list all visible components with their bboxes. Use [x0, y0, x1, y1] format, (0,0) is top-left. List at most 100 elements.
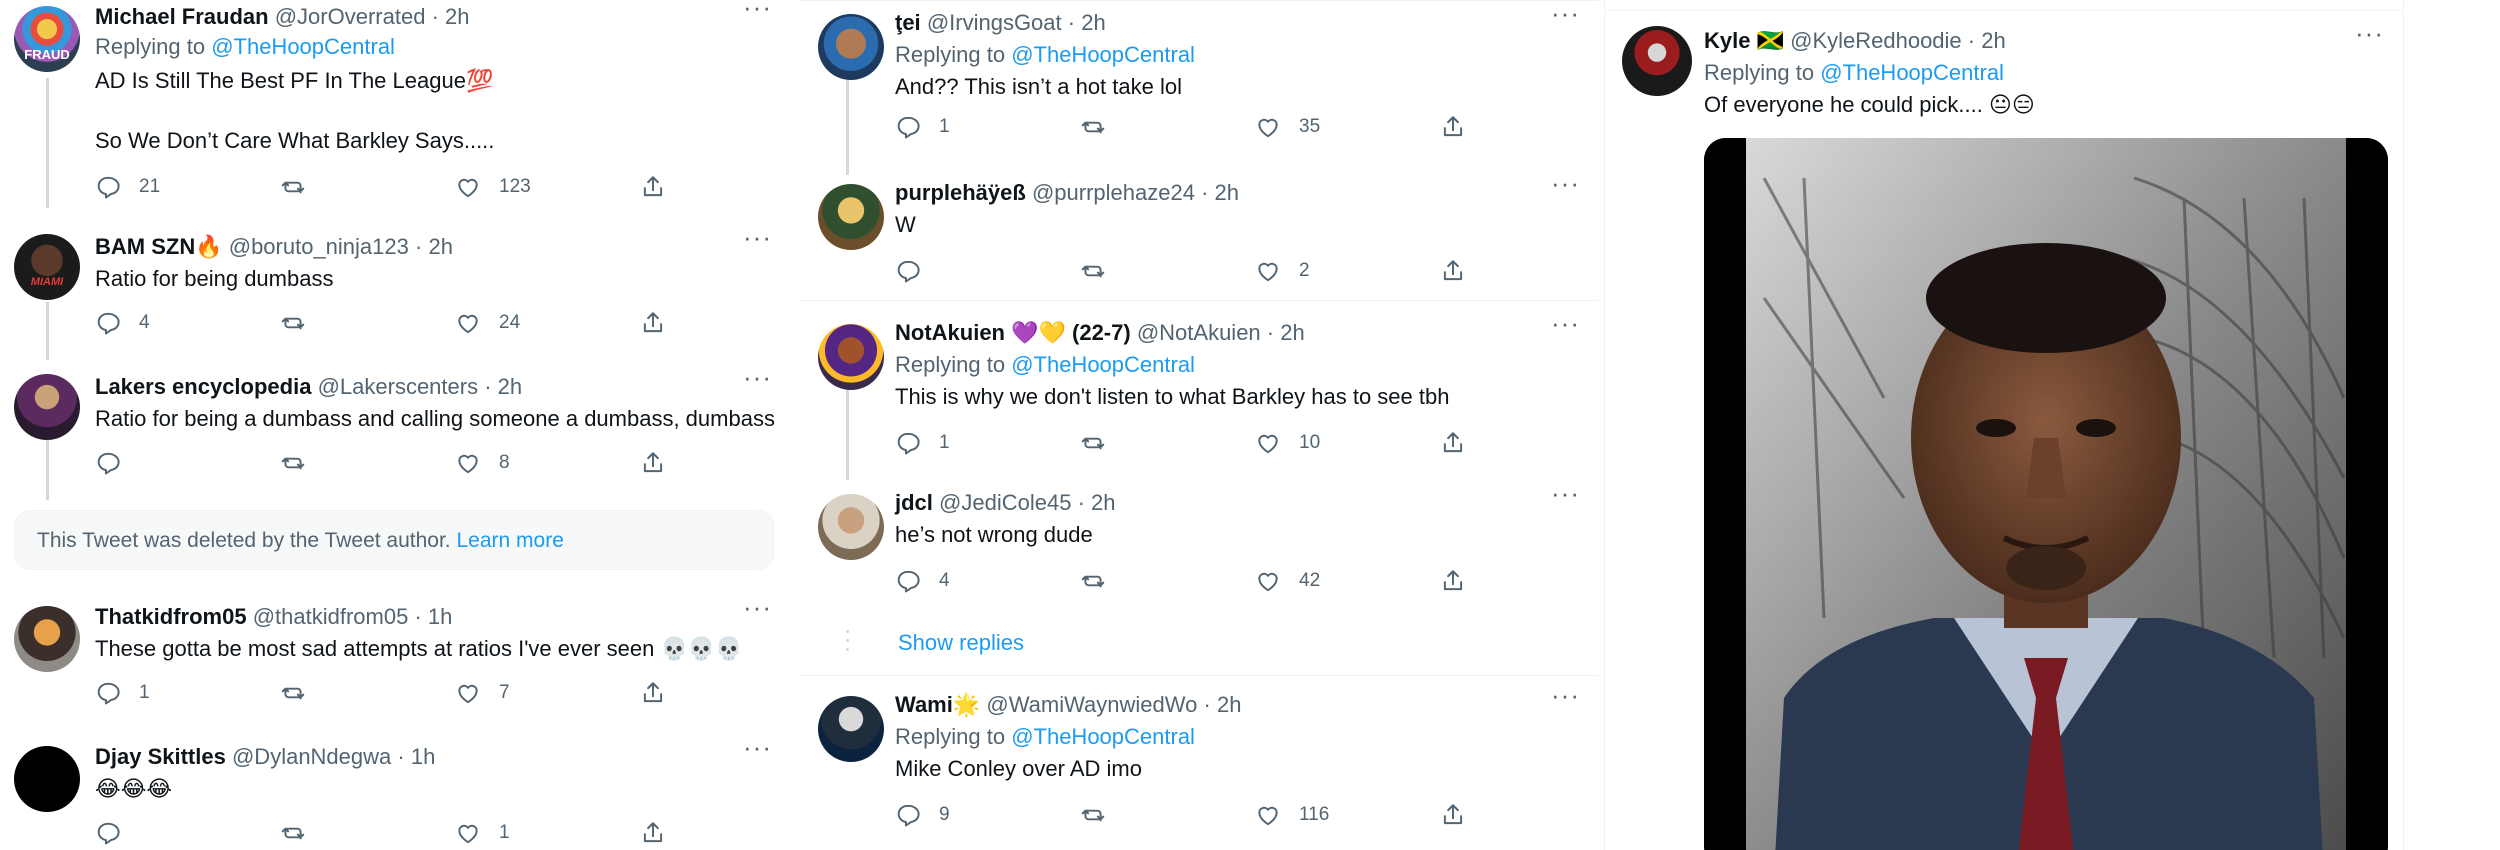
- more-icon[interactable]: ···: [1551, 680, 1580, 711]
- timestamp[interactable]: 2h: [445, 4, 469, 29]
- retweet-button[interactable]: [280, 678, 324, 708]
- handle[interactable]: @JediCole45: [939, 490, 1071, 515]
- share-button[interactable]: [1440, 256, 1484, 286]
- display-name[interactable]: BAM SZN🔥: [95, 234, 223, 259]
- replying-to-link[interactable]: @TheHoopCentral: [211, 34, 395, 59]
- avatar[interactable]: MIAMI: [14, 234, 80, 300]
- avatar[interactable]: [14, 746, 80, 812]
- share-button[interactable]: [640, 448, 684, 478]
- display-name[interactable]: Michael Fraudan: [95, 4, 269, 29]
- retweet-button[interactable]: [280, 172, 324, 202]
- more-icon[interactable]: ···: [743, 362, 772, 393]
- tweet[interactable]: Wami🌟 @WamiWaynwiedWo · 2h ··· Replying …: [800, 680, 1598, 850]
- more-icon[interactable]: ···: [1551, 168, 1580, 199]
- tweet-video[interactable]: [1704, 138, 2388, 850]
- reply-button[interactable]: 1: [895, 428, 950, 458]
- like-button[interactable]: 2: [1255, 256, 1310, 286]
- retweet-button[interactable]: [1080, 256, 1124, 286]
- display-name[interactable]: Lakers encyclopedia: [95, 374, 311, 399]
- tweet[interactable]: ţei @IrvingsGoat · 2h ··· Replying to @T…: [800, 0, 1598, 158]
- display-name[interactable]: Thatkidfrom05: [95, 604, 247, 629]
- replying-to-link[interactable]: @TheHoopCentral: [1011, 352, 1195, 377]
- display-name[interactable]: ţei: [895, 10, 921, 35]
- handle[interactable]: @IrvingsGoat: [927, 10, 1062, 35]
- reply-button[interactable]: 9: [895, 800, 950, 830]
- retweet-button[interactable]: [1080, 428, 1124, 458]
- like-button[interactable]: 35: [1255, 112, 1320, 142]
- more-icon[interactable]: ···: [743, 732, 772, 763]
- more-icon[interactable]: ···: [743, 0, 772, 23]
- more-icon[interactable]: ···: [2355, 18, 2384, 49]
- handle[interactable]: @Lakerscenters: [318, 374, 479, 399]
- timestamp[interactable]: 2h: [1217, 692, 1241, 717]
- retweet-button[interactable]: [1080, 566, 1124, 596]
- tweet[interactable]: jdcl @JediCole45 · 2h ··· he’s not wrong…: [800, 478, 1598, 608]
- display-name[interactable]: purplehäÿeß: [895, 180, 1026, 205]
- timestamp[interactable]: 2h: [1280, 320, 1304, 345]
- timestamp[interactable]: 2h: [1081, 10, 1105, 35]
- share-button[interactable]: [640, 172, 684, 202]
- avatar[interactable]: FRAUD: [14, 6, 80, 72]
- more-icon[interactable]: ···: [1551, 308, 1580, 339]
- show-replies-link[interactable]: Show replies: [898, 630, 1024, 656]
- timestamp[interactable]: 1h: [411, 744, 435, 769]
- tweet[interactable]: NotAkuien 💜💛 (22-7) @NotAkuien · 2h ··· …: [800, 308, 1598, 468]
- share-button[interactable]: [640, 678, 684, 708]
- share-button[interactable]: [1440, 566, 1484, 596]
- retweet-button[interactable]: [1080, 800, 1124, 830]
- avatar[interactable]: [818, 324, 884, 390]
- tweet[interactable]: Djay Skittles @DylanNdegwa · 1h ··· 😂😂😂 …: [0, 732, 790, 850]
- share-button[interactable]: [640, 818, 684, 848]
- like-button[interactable]: 116: [1255, 800, 1329, 830]
- reply-button[interactable]: [895, 256, 939, 286]
- retweet-button[interactable]: [1080, 112, 1124, 142]
- tweet[interactable]: Thatkidfrom05 @thatkidfrom05 · 1h ··· Th…: [0, 592, 790, 725]
- timestamp[interactable]: 2h: [1091, 490, 1115, 515]
- timestamp[interactable]: 2h: [428, 234, 452, 259]
- avatar[interactable]: [14, 374, 80, 440]
- reply-button[interactable]: 21: [95, 172, 160, 202]
- replying-to-link[interactable]: @TheHoopCentral: [1011, 42, 1195, 67]
- reply-button[interactable]: [95, 448, 139, 478]
- more-icon[interactable]: ···: [743, 222, 772, 253]
- avatar[interactable]: [1622, 26, 1692, 96]
- like-button[interactable]: 42: [1255, 566, 1320, 596]
- handle[interactable]: @boruto_ninja123: [229, 234, 409, 259]
- like-button[interactable]: 10: [1255, 428, 1320, 458]
- learn-more-link[interactable]: Learn more: [457, 529, 564, 552]
- retweet-button[interactable]: [280, 818, 324, 848]
- display-name[interactable]: Kyle 🇯🇲: [1704, 28, 1784, 53]
- reply-button[interactable]: 1: [895, 112, 950, 142]
- handle[interactable]: @thatkidfrom05: [253, 604, 409, 629]
- more-icon[interactable]: ···: [1551, 0, 1580, 29]
- avatar[interactable]: [818, 14, 884, 80]
- share-button[interactable]: [1440, 800, 1484, 830]
- more-icon[interactable]: ···: [1551, 478, 1580, 509]
- timestamp[interactable]: 2h: [498, 374, 522, 399]
- timestamp[interactable]: 2h: [1981, 28, 2005, 53]
- retweet-button[interactable]: [280, 448, 324, 478]
- share-button[interactable]: [1440, 112, 1484, 142]
- handle[interactable]: @WamiWaynwiedWo: [986, 692, 1197, 717]
- like-button[interactable]: 24: [455, 308, 520, 338]
- reply-button[interactable]: [95, 818, 139, 848]
- handle[interactable]: @DylanNdegwa: [232, 744, 391, 769]
- avatar[interactable]: [818, 494, 884, 560]
- like-button[interactable]: 1: [455, 818, 510, 848]
- more-icon[interactable]: ···: [743, 592, 772, 623]
- like-button[interactable]: 8: [455, 448, 510, 478]
- like-button[interactable]: 7: [455, 678, 510, 708]
- handle[interactable]: @JorOverrated: [275, 4, 426, 29]
- tweet[interactable]: FRAUD Michael Fraudan @JorOverrated · 2h…: [0, 0, 790, 215]
- retweet-button[interactable]: [280, 308, 324, 338]
- avatar[interactable]: [818, 184, 884, 250]
- share-button[interactable]: [1440, 428, 1484, 458]
- avatar[interactable]: [818, 696, 884, 762]
- display-name[interactable]: NotAkuien 💜💛 (22-7): [895, 320, 1131, 345]
- handle[interactable]: @KyleRedhoodie: [1790, 28, 1962, 53]
- tweet[interactable]: Kyle 🇯🇲 @KyleRedhoodie · 2h ··· Replying…: [1604, 18, 2404, 850]
- reply-button[interactable]: 4: [95, 308, 150, 338]
- avatar[interactable]: [14, 606, 80, 672]
- share-button[interactable]: [640, 308, 684, 338]
- tweet[interactable]: MIAMI BAM SZN🔥 @boruto_ninja123 · 2h ···…: [0, 222, 790, 358]
